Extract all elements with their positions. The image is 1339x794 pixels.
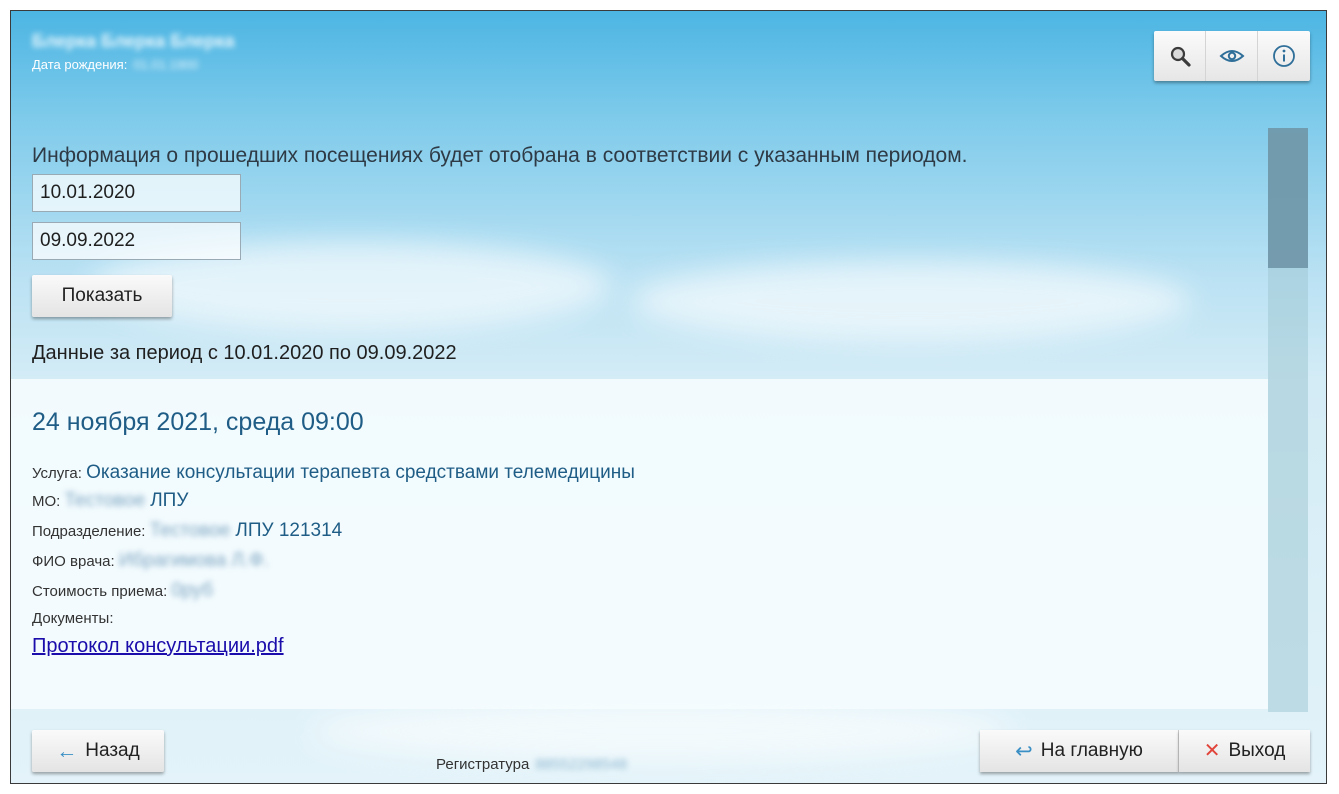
doctor-hidden-value: Ибрагимова Л.Ф.: [118, 550, 269, 571]
date-to-input[interactable]: [32, 222, 241, 260]
cost-hidden-value: 0руб: [171, 580, 213, 601]
visit-card: 24 ноября 2021, среда 09:00 Услуга: Оказ…: [11, 379, 1268, 709]
subdivision-hidden-value: Тестовое: [149, 520, 231, 541]
birth-date-label: Дата рождения:: [32, 57, 128, 72]
return-arrow-icon: ↩: [1015, 739, 1033, 763]
mo-label: МО:: [32, 493, 61, 510]
app-window: Блерка Блерка Блерка Дата рождения: 01.01…: [10, 10, 1327, 784]
eye-icon: [1219, 50, 1244, 62]
visit-datetime: 24 ноября 2021, среда 09:00: [32, 408, 364, 436]
subdivision-value: ЛПУ 121314: [235, 520, 343, 541]
exit-button[interactable]: ✕ Выход: [1179, 730, 1310, 772]
scrollbar-thumb[interactable]: [1268, 128, 1308, 268]
vertical-scrollbar[interactable]: [1268, 128, 1308, 712]
registry-label: Регистратура: [436, 756, 530, 773]
close-x-icon: ✕: [1203, 740, 1221, 762]
period-instructions: Информация о прошедших посещениях будет …: [32, 144, 968, 167]
background-cloud: [631, 261, 1191, 341]
background-cloud: [311, 701, 1011, 761]
service-row: Услуга: Оказание консультации терапевта …: [32, 462, 635, 484]
doctor-label: ФИО врача:: [32, 553, 115, 570]
exit-label: Выход: [1228, 740, 1286, 761]
mo-row: МО: Тестовое ЛПУ: [32, 490, 188, 512]
patient-header: Блерка Блерка Блерка Дата рождения: 01.01…: [11, 11, 1326, 106]
zoom-search-icon: [1170, 46, 1191, 67]
arrow-left-icon: ←: [56, 739, 78, 763]
registry-hidden-value: 88552298548: [535, 756, 628, 773]
info-button[interactable]: [1258, 31, 1310, 81]
header-toolbar: [1154, 31, 1310, 81]
birth-date-row: Дата рождения: 01.01.1900: [32, 57, 198, 72]
doctor-row: ФИО врача: Ибрагимова Л.Ф.: [32, 550, 274, 572]
home-label: На главную: [1040, 740, 1143, 761]
date-from-input[interactable]: [32, 174, 241, 212]
mo-value: ЛПУ: [150, 490, 189, 511]
back-label: Назад: [85, 740, 140, 761]
home-button[interactable]: ↩ На главную: [980, 730, 1179, 772]
show-button[interactable]: Показать: [32, 275, 172, 317]
birth-date-value: 01.01.1900: [133, 57, 199, 72]
patient-name: Блерка Блерка Блерка: [32, 31, 235, 51]
period-summary: Данные за период с 10.01.2020 по 09.09.2…: [32, 342, 457, 364]
registry-info: Регистратура 88552298548: [436, 756, 632, 773]
service-value: Оказание консультации терапевта средства…: [86, 462, 635, 483]
service-label: Услуга:: [32, 465, 82, 482]
protocol-document-link[interactable]: Протокол консультации.pdf: [32, 635, 284, 658]
subdivision-label: Подразделение:: [32, 523, 146, 540]
cost-label: Стоимость приема:: [32, 583, 168, 600]
zoom-button[interactable]: [1154, 31, 1206, 81]
back-button[interactable]: ← Назад: [32, 730, 164, 772]
cost-row: Стоимость приема: 0руб: [32, 580, 218, 602]
subdivision-row: Подразделение: Тестовое ЛПУ 121314: [32, 520, 342, 542]
mo-hidden-value: Тестовое: [64, 490, 146, 511]
visibility-button[interactable]: [1206, 31, 1258, 81]
info-icon: [1273, 45, 1295, 67]
documents-label: Документы:: [32, 610, 114, 627]
